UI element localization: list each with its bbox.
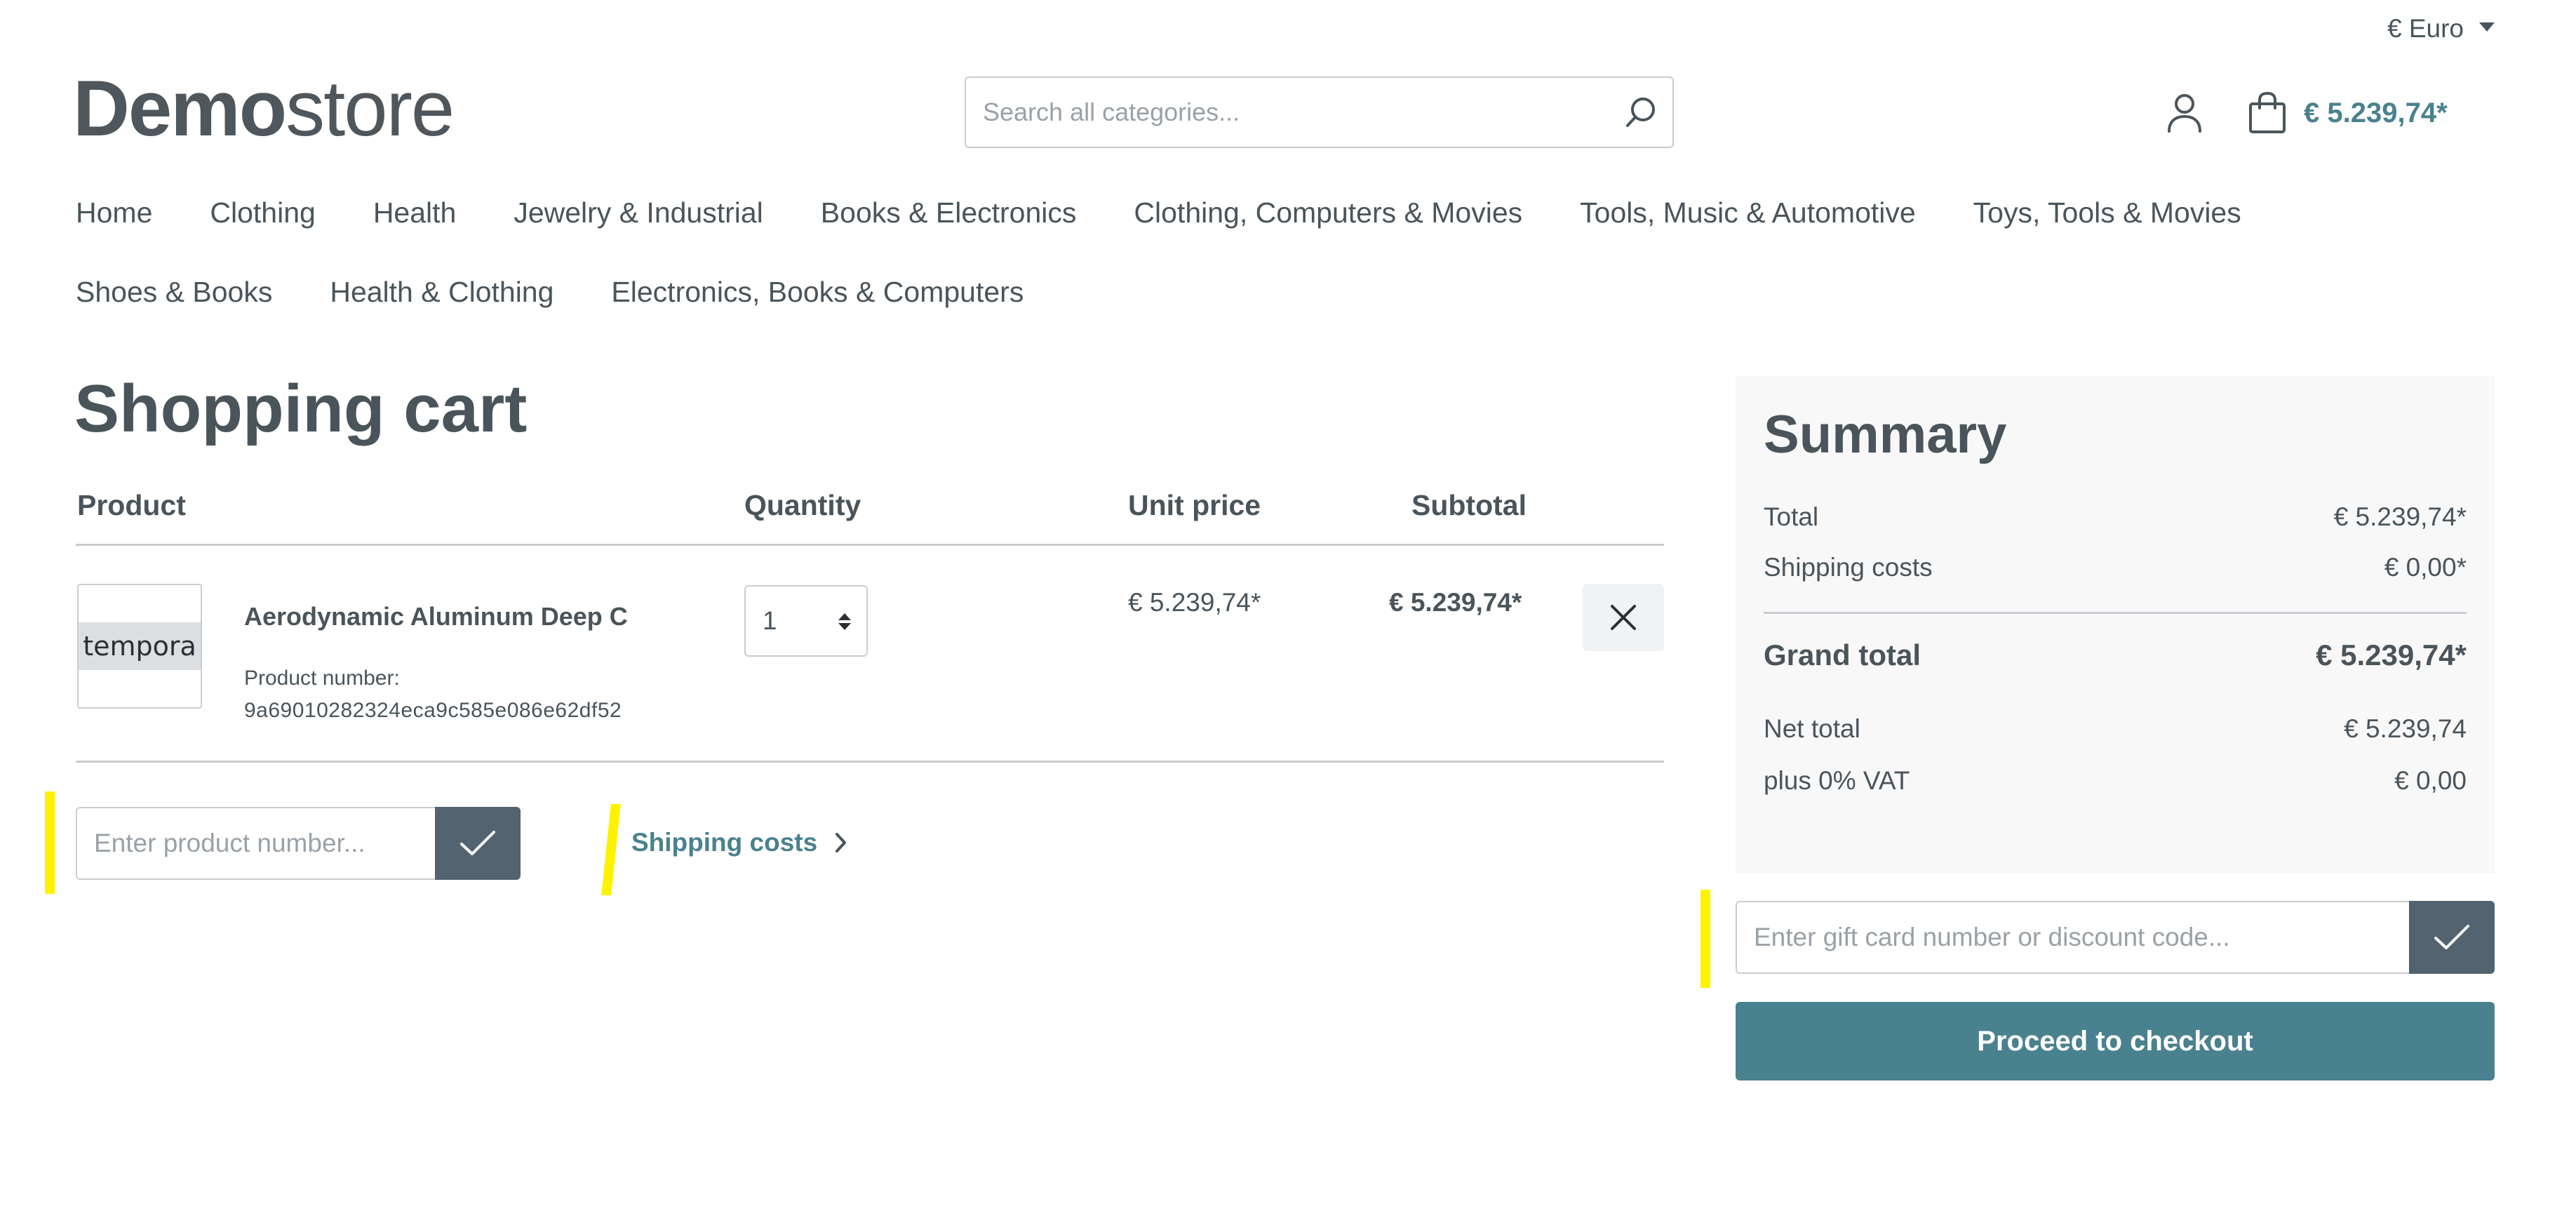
add-product-form [76, 807, 521, 880]
total-value: € 5.239,74* [2333, 502, 2467, 531]
unit-price: € 5.239,74* [1128, 588, 1261, 617]
checkmark-icon [460, 831, 495, 855]
nav-item-shoes-books[interactable]: Shoes & Books [76, 276, 272, 309]
shipping-costs-link[interactable]: Shipping costs [631, 828, 848, 857]
line-subtotal: € 5.239,74* [1389, 588, 1522, 617]
close-icon [1611, 605, 1636, 630]
summary-net-row: Net total € 5.239,74 [1764, 714, 2467, 744]
highlight-mark [601, 804, 621, 895]
add-product-button[interactable] [435, 807, 521, 880]
nav-item-clothing-computers-movies[interactable]: Clothing, Computers & Movies [1134, 196, 1522, 229]
store-logo[interactable]: Demo store [73, 63, 455, 152]
nav-row-1: Home Clothing Health Jewelry & Industria… [76, 196, 2391, 229]
summary-vat-row: plus 0% VAT € 0,00 [1764, 766, 2467, 796]
logo-bold-text: Demo [73, 65, 287, 152]
main-navigation: Home Clothing Health Jewelry & Industria… [76, 196, 2391, 309]
product-thumbnail[interactable]: tempora [77, 584, 202, 709]
product-number: 9a69010282324eca9c585e086e62df52 [244, 699, 622, 722]
currency-selector[interactable]: € Euro [2387, 14, 2495, 44]
column-header-unit-price: Unit price [1128, 489, 1261, 521]
currency-label: € Euro [2387, 14, 2464, 43]
vat-value: € 0,00 [2394, 766, 2467, 795]
summary-total-row: Total € 5.239,74* [1764, 502, 2467, 532]
remove-item-button[interactable] [1583, 584, 1664, 651]
gift-card-input[interactable] [1736, 901, 2409, 974]
summary-shipping-row: Shipping costs € 0,00* [1764, 553, 2467, 582]
net-total-value: € 5.239,74 [2344, 714, 2467, 743]
order-summary: Summary Total € 5.239,74* Shipping costs… [1736, 376, 2495, 873]
search-button[interactable] [1609, 78, 1672, 147]
grand-total-value: € 5.239,74* [2316, 638, 2467, 671]
column-header-quantity: Quantity [744, 489, 861, 521]
product-thumbnail-text: tempora [79, 622, 201, 670]
nav-row-2: Shoes & Books Health & Clothing Electron… [76, 276, 2391, 309]
logo-light-text: store [286, 65, 455, 152]
search-icon [1626, 98, 1655, 127]
summary-title: Summary [1764, 405, 2007, 464]
checkmark-icon [2434, 925, 2469, 949]
cart-total: € 5.239,74* [2304, 97, 2448, 128]
nav-item-toys-tools-movies[interactable]: Toys, Tools & Movies [1973, 196, 2241, 229]
product-name-link[interactable]: Aerodynamic Aluminum Deep C [244, 602, 628, 631]
nav-item-tools-music-automotive[interactable]: Tools, Music & Automotive [1580, 196, 1916, 229]
quantity-value: 1 [763, 606, 777, 635]
shipping-label: Shipping costs [1764, 553, 1933, 582]
cart-button[interactable]: € 5.239,74* [2248, 91, 2448, 135]
grand-total-label: Grand total [1764, 638, 1921, 671]
nav-item-health-clothing[interactable]: Health & Clothing [330, 276, 554, 309]
search-input[interactable] [966, 78, 1609, 147]
shipping-value: € 0,00* [2384, 553, 2467, 582]
sort-arrows-icon [838, 613, 851, 630]
apply-code-button[interactable] [2409, 901, 2495, 974]
nav-item-home[interactable]: Home [76, 196, 152, 229]
product-number-input[interactable] [76, 807, 435, 880]
highlight-mark [45, 791, 55, 894]
shipping-costs-label: Shipping costs [631, 828, 818, 857]
chevron-right-icon [836, 833, 847, 852]
total-label: Total [1764, 502, 1819, 531]
page-title: Shopping cart [74, 371, 528, 446]
item-divider [76, 761, 1664, 763]
nav-item-jewelry-industrial[interactable]: Jewelry & Industrial [514, 196, 763, 229]
proceed-to-checkout-button[interactable]: Proceed to checkout [1736, 1002, 2495, 1080]
quantity-select[interactable]: 1 [744, 585, 868, 657]
summary-grand-total-row: Grand total € 5.239,74* [1764, 638, 2467, 672]
nav-item-books-electronics[interactable]: Books & Electronics [821, 196, 1077, 229]
caret-down-icon [2479, 22, 2495, 32]
product-number-label: Product number: [244, 667, 400, 690]
column-header-product: Product [77, 489, 186, 521]
summary-divider [1764, 612, 2467, 614]
nav-item-electronics-books-computers[interactable]: Electronics, Books & Computers [611, 276, 1024, 309]
vat-label: plus 0% VAT [1764, 766, 1910, 795]
user-icon [2168, 94, 2201, 133]
shopping-bag-icon [2249, 91, 2286, 133]
search-bar [965, 76, 1674, 148]
highlight-mark [1700, 890, 1710, 988]
column-header-subtotal: Subtotal [1411, 489, 1527, 521]
account-button[interactable] [2164, 92, 2206, 134]
header-divider [76, 544, 1664, 546]
nav-item-clothing[interactable]: Clothing [210, 196, 315, 229]
nav-item-health[interactable]: Health [373, 196, 457, 229]
net-total-label: Net total [1764, 714, 1860, 743]
gift-card-form [1736, 901, 2495, 974]
